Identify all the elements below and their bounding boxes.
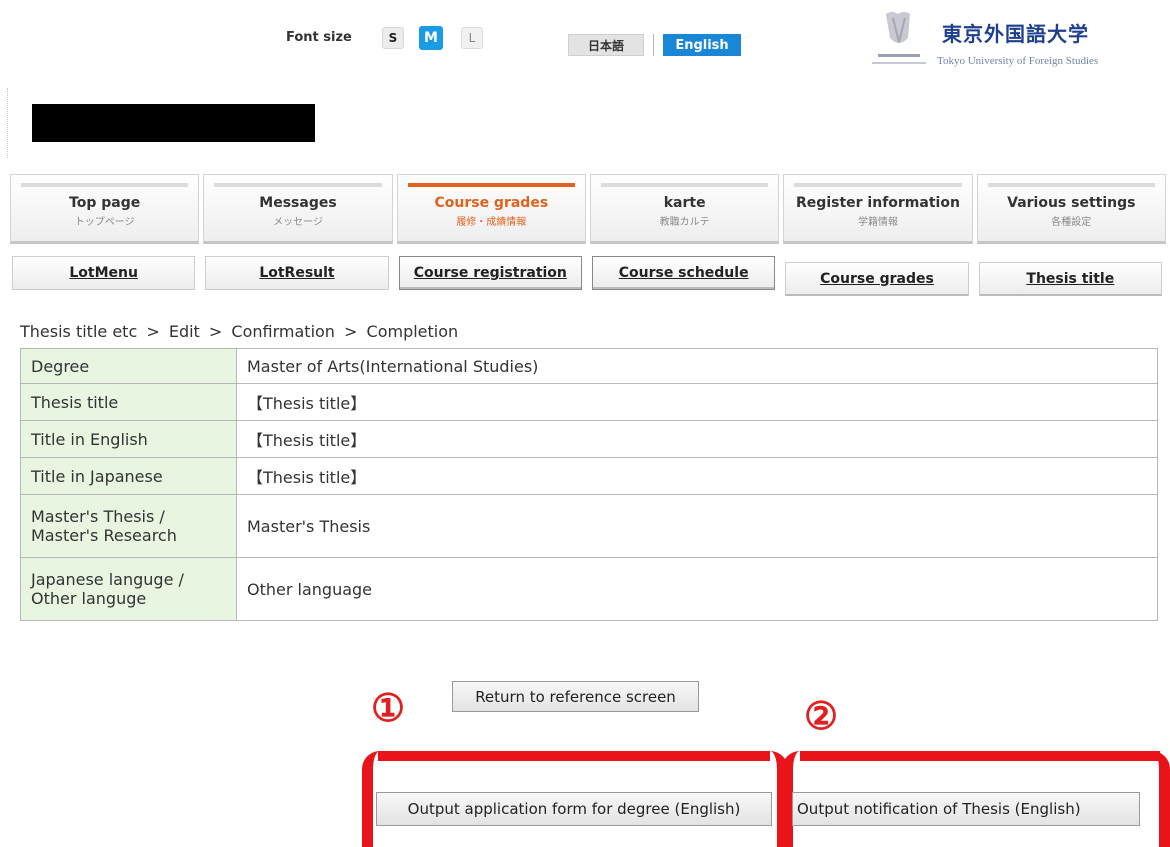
tab-top-bar [987, 183, 1155, 187]
tab-top-bar [21, 183, 189, 187]
breadcrumb-separator: > [146, 322, 160, 341]
nav-tab-top-page[interactable]: Top page トップページ [10, 174, 200, 244]
table-row: Japanese languge / Other languge Other l… [20, 557, 1158, 621]
tab-top-bar [214, 183, 382, 187]
tab-top-bar [600, 183, 769, 187]
row-label: Title in English [20, 420, 237, 458]
nav-tab-label: Messages [259, 195, 337, 211]
nav-tab-sublabel: メッセージ [273, 217, 323, 228]
return-to-reference-button[interactable]: Return to reference screen [452, 681, 699, 712]
nav-tab-various-settings[interactable]: Various settings 各種設定 [976, 174, 1166, 244]
nav-tab-label: Top page [69, 195, 141, 211]
breadcrumb-item-current: Completion [366, 322, 459, 341]
subtab-course-grades[interactable]: Course grades [785, 262, 969, 296]
university-name-en: Tokyo University of Foreign Studies [937, 55, 1099, 67]
row-value: Master's Thesis [236, 494, 1158, 558]
breadcrumb-separator: > [344, 322, 358, 341]
subtab-course-schedule[interactable]: Course schedule [591, 256, 776, 290]
breadcrumb: Thesis title etc > Edit > Confirmation >… [20, 322, 462, 341]
decorative-divider [7, 88, 12, 158]
nav-tab-course-grades[interactable]: Course grades 履修・成績情報 [396, 174, 586, 244]
university-emblem-icon [868, 8, 930, 74]
font-size-medium-button[interactable]: M [419, 26, 443, 50]
row-value: Master of Arts(International Studies) [236, 348, 1158, 384]
output-thesis-notification-button[interactable]: Output notification of Thesis (English) [792, 792, 1140, 826]
university-name-ja: 東京外国語大学 [942, 22, 1089, 46]
breadcrumb-separator: > [208, 322, 223, 341]
sub-navigation: LotMenu LotResult Course registration Co… [12, 256, 1162, 296]
main-navigation: Top page トップページ Messages メッセージ Course gr… [10, 174, 1166, 244]
breadcrumb-item: Confirmation [231, 322, 335, 341]
row-value: Other language [236, 557, 1158, 621]
nav-tab-label: karte [663, 195, 706, 211]
nav-tab-label: Various settings [1007, 195, 1136, 211]
nav-tab-sublabel: 各種設定 [1051, 217, 1092, 228]
table-row: Master's Thesis / Master's Research Mast… [20, 494, 1158, 558]
table-row: Degree Master of Arts(International Stud… [20, 348, 1158, 384]
nav-tab-label: Register information [796, 195, 960, 211]
row-label: Master's Thesis / Master's Research [20, 494, 237, 558]
font-size-small-button[interactable]: S [382, 27, 404, 49]
nav-tab-label: Course grades [434, 195, 549, 211]
row-value: 【Thesis title】 [236, 457, 1158, 495]
breadcrumb-item: Thesis title etc [20, 322, 138, 341]
nav-tab-sublabel: 履修・成績情報 [456, 217, 527, 228]
nav-tab-sublabel: トップページ [74, 217, 135, 228]
font-size-label: Font size [286, 30, 352, 45]
nav-tab-messages[interactable]: Messages メッセージ [203, 174, 393, 244]
row-label: Title in Japanese [20, 457, 237, 495]
subtab-thesis-title[interactable]: Thesis title [978, 262, 1162, 296]
nav-tab-sublabel: 教職カルテ [659, 217, 710, 228]
tab-top-bar [794, 183, 962, 187]
nav-tab-sublabel: 学籍情報 [857, 217, 898, 228]
nav-tab-karte[interactable]: karte 教職カルテ [589, 174, 780, 244]
table-row: Title in English 【Thesis title】 [20, 420, 1158, 458]
row-value: 【Thesis title】 [236, 420, 1158, 458]
row-label: Thesis title [20, 383, 237, 421]
output-degree-application-button[interactable]: Output application form for degree (Engl… [376, 792, 772, 826]
subtab-lotresult[interactable]: LotResult [205, 256, 389, 290]
subtab-lotmenu[interactable]: LotMenu [12, 256, 196, 290]
row-label: Degree [20, 348, 237, 384]
table-row: Thesis title 【Thesis title】 [20, 383, 1158, 421]
row-value: 【Thesis title】 [236, 383, 1158, 421]
subtab-course-registration[interactable]: Course registration [398, 256, 582, 290]
font-size-large-button[interactable]: L [461, 27, 483, 49]
table-row: Title in Japanese 【Thesis title】 [20, 457, 1158, 495]
language-english-button[interactable]: English [663, 34, 741, 56]
nav-tab-register-information[interactable]: Register information 学籍情報 [783, 174, 973, 244]
language-divider [653, 34, 654, 56]
redacted-user-name [32, 104, 315, 142]
annotation-marker-2: ② [804, 693, 839, 738]
language-japanese-button[interactable]: 日本語 [568, 34, 644, 56]
thesis-info-table: Degree Master of Arts(International Stud… [20, 348, 1158, 621]
breadcrumb-item: Edit [168, 322, 200, 341]
row-label: Japanese languge / Other languge [20, 557, 237, 621]
tab-top-bar [407, 183, 575, 187]
annotation-marker-1: ① [371, 685, 406, 730]
